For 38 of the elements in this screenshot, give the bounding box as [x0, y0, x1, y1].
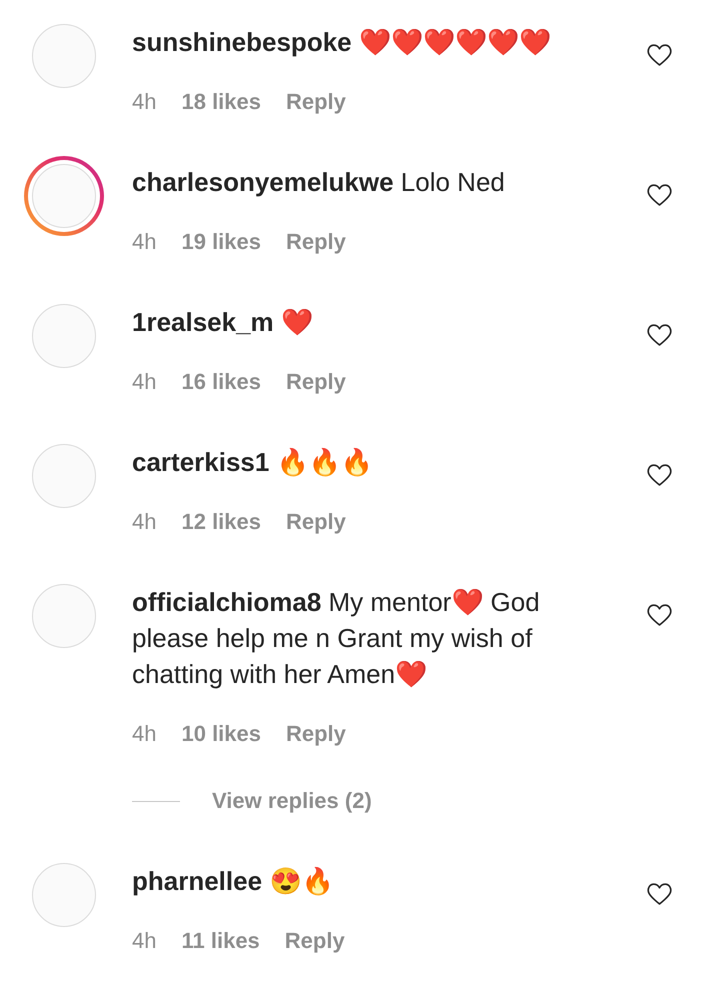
- heart-icon[interactable]: [647, 324, 672, 346]
- comment-time: 4h: [132, 88, 156, 116]
- like-count[interactable]: 12 likes: [181, 507, 261, 537]
- reply-button[interactable]: Reply: [284, 926, 345, 956]
- comment-time: 4h: [132, 927, 156, 955]
- heart-icon[interactable]: [647, 44, 672, 66]
- username-link[interactable]: 1realsek_m: [132, 307, 274, 337]
- comment-text: officialchioma8 My mentor❤ God please help me n Grant my wish of chatting with her Amen❤: [132, 586, 541, 691]
- comment-text: carterkiss1 🔥🔥🔥: [132, 446, 374, 479]
- username-link[interactable]: pharnellee: [132, 866, 262, 896]
- username-link[interactable]: sunshinebespoke: [132, 27, 352, 57]
- comment-text: sunshinebespoke ❤❤❤❤❤❤: [132, 26, 552, 59]
- like-count[interactable]: 19 likes: [181, 227, 261, 257]
- view-replies-button[interactable]: View replies (2): [212, 786, 372, 816]
- reply-button[interactable]: Reply: [286, 367, 346, 397]
- comment-text: 1realsek_m ❤: [132, 306, 314, 339]
- like-count[interactable]: 16 likes: [181, 367, 261, 397]
- reply-button[interactable]: Reply: [286, 507, 346, 537]
- comment-time: 4h: [132, 508, 156, 536]
- reply-button[interactable]: Reply: [286, 719, 346, 749]
- username-link[interactable]: charlesonyemelukwe: [132, 167, 394, 197]
- reply-button[interactable]: Reply: [286, 87, 346, 117]
- heart-icon[interactable]: [647, 184, 672, 206]
- heart-icon[interactable]: [647, 883, 672, 905]
- like-count[interactable]: 10 likes: [181, 719, 261, 749]
- comment-text: charlesonyemelukwe Lolo Ned: [132, 166, 506, 199]
- comment-time: 4h: [132, 368, 156, 396]
- avatar: [32, 164, 96, 228]
- comment-text: pharnellee 😍🔥: [132, 865, 334, 898]
- heart-icon[interactable]: [647, 604, 672, 626]
- comment-time: 4h: [132, 228, 156, 256]
- comment-time: 4h: [132, 720, 156, 748]
- username-link[interactable]: officialchioma8: [132, 587, 322, 617]
- reply-button[interactable]: Reply: [286, 227, 346, 257]
- like-count[interactable]: 11 likes: [181, 926, 260, 956]
- heart-icon[interactable]: [647, 464, 672, 486]
- like-count[interactable]: 18 likes: [181, 87, 261, 117]
- username-link[interactable]: carterkiss1: [132, 447, 270, 477]
